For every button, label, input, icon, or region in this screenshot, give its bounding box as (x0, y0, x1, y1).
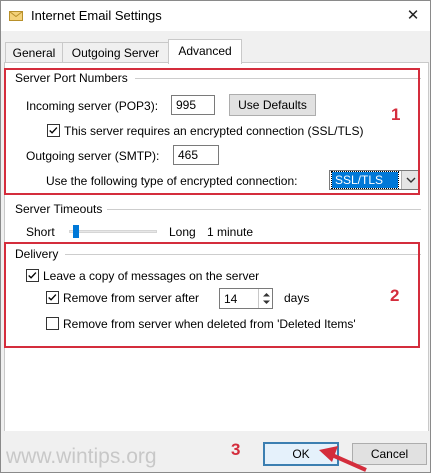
window-title: Internet Email Settings (31, 8, 162, 23)
annotation-box-1 (4, 68, 420, 195)
timeout-short-label: Short (26, 225, 55, 239)
tab-outgoing-server[interactable]: Outgoing Server (62, 42, 169, 63)
server-timeouts-heading: Server Timeouts (15, 202, 103, 216)
close-button[interactable]: ✕ (399, 3, 427, 27)
annotation-number-3: 3 (231, 440, 241, 459)
slider-track (69, 230, 157, 233)
slider-thumb[interactable] (73, 225, 79, 238)
tab-general[interactable]: General (5, 42, 63, 63)
group-divider (107, 209, 421, 210)
watermark-text: www.wintips.org (6, 445, 157, 468)
timeout-slider[interactable] (69, 225, 157, 239)
annotation-number-1: 1 (391, 105, 401, 124)
close-icon: ✕ (406, 7, 420, 24)
annotation-number-2: 2 (390, 286, 400, 305)
title-bar[interactable]: Internet Email Settings ✕ (1, 1, 430, 31)
tab-advanced[interactable]: Advanced (168, 39, 242, 64)
timeout-value-label: 1 minute (207, 225, 254, 239)
annotation-arrow-icon (319, 446, 367, 472)
annotation-box-2 (4, 242, 420, 348)
envelope-icon (9, 11, 23, 21)
timeout-long-label: Long (169, 225, 196, 239)
